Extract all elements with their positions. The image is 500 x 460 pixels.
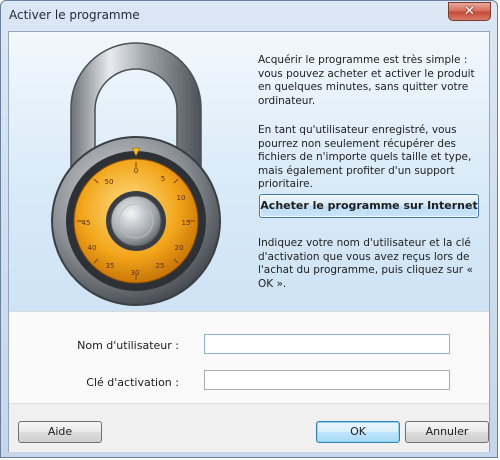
close-icon: ✕ — [464, 4, 475, 19]
activation-dialog: Activer le programme ✕ 0 5 10 15 20 25 3… — [0, 0, 498, 458]
benefits-paragraph: En tant qu'utilisateur enregistré, vous … — [258, 124, 472, 190]
info-banner: 0 5 10 15 20 25 30 35 40 45 50 Acquérir … — [9, 32, 489, 311]
dial-number: 50 — [105, 178, 114, 186]
dialog-content: 0 5 10 15 20 25 30 35 40 45 50 Acquérir … — [8, 31, 490, 452]
dial-number: 25 — [156, 262, 165, 270]
dial-number: 0 — [134, 167, 138, 175]
help-button[interactable]: Aide — [18, 421, 102, 443]
title-bar[interactable]: Activer le programme ✕ — [1, 1, 497, 31]
username-input[interactable] — [204, 334, 450, 354]
cancel-button[interactable]: Annuler — [405, 421, 489, 443]
dial-number: 15 — [182, 219, 191, 227]
buy-online-button[interactable]: Acheter le programme sur Internet — [259, 194, 479, 218]
dial-number: 20 — [175, 244, 184, 252]
padlock-icon: 0 5 10 15 20 25 30 35 40 45 50 — [51, 42, 221, 306]
dial-number: 10 — [177, 194, 186, 202]
activation-key-input[interactable] — [204, 370, 450, 390]
dial-number: 5 — [161, 175, 165, 183]
intro-paragraph: Acquérir le programme est très simple : … — [258, 54, 475, 107]
ok-button[interactable]: OK — [316, 421, 400, 443]
dial-number: 35 — [106, 262, 115, 270]
dial-number: 40 — [88, 244, 97, 252]
activation-form: Nom d'utilisateur : Clé d'activation : — [9, 311, 489, 403]
activation-key-label: Clé d'activation : — [86, 376, 179, 389]
dial-number: 30 — [131, 269, 140, 277]
instructions-paragraph: Indiquez votre nom d'utilisateur et la c… — [258, 237, 473, 290]
username-label: Nom d'utilisateur : — [77, 339, 179, 352]
button-bar: Aide OK Annuler — [9, 403, 489, 452]
window-title: Activer le programme — [9, 8, 140, 22]
close-button[interactable]: ✕ — [448, 2, 491, 21]
dial-number: 45 — [82, 219, 91, 227]
